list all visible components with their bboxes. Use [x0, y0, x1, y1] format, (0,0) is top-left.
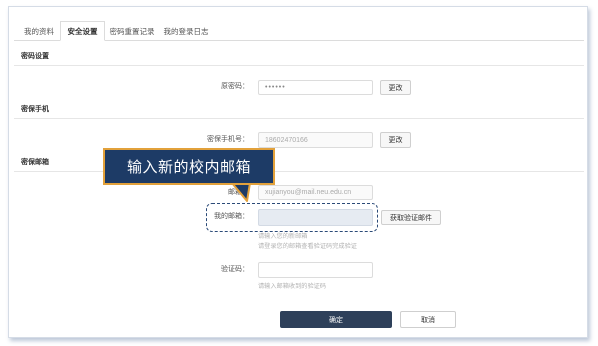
change-password-button[interactable]: 更改 — [380, 80, 411, 95]
change-phone-button[interactable]: 更改 — [380, 132, 411, 148]
phone-label: 密保手机号： — [207, 136, 249, 143]
old-password-label: 原密码： — [221, 83, 249, 90]
verification-code-hint: 请输入邮箱收到的验证码 — [258, 283, 327, 290]
section-divider — [14, 65, 584, 66]
phone-field[interactable]: 18602470166 — [258, 132, 373, 148]
callout-tooltip: 输入新的校内邮箱 — [103, 148, 275, 185]
verification-code-label: 验证码： — [221, 266, 249, 273]
tab-password-reset-log[interactable]: 密码重置记录 — [106, 24, 158, 40]
old-password-field[interactable]: •••••• — [258, 80, 373, 95]
new-email-hint: 请输入您的新邮箱 — [258, 233, 308, 240]
verification-code-input[interactable] — [258, 262, 373, 278]
screen: 我的资料 安全设置 密码重置记录 我的登录日志 密码设置 原密码： ••••••… — [0, 0, 598, 346]
tab-security-settings[interactable]: 安全设置 — [60, 21, 105, 41]
tab-login-log[interactable]: 我的登录日志 — [158, 24, 214, 40]
current-email-field: xujianyou@mail.neu.edu.cn — [258, 185, 373, 200]
section-title-phone: 密保手机 — [21, 106, 49, 113]
verification-instructions-hint: 请登录您的邮箱查看验证码完成验证 — [258, 243, 357, 250]
tab-profile[interactable]: 我的资料 — [18, 24, 60, 40]
send-verification-email-button[interactable]: 获取验证邮件 — [381, 210, 441, 225]
section-divider — [14, 171, 584, 172]
section-title-password: 密码设置 — [21, 53, 49, 60]
confirm-button[interactable]: 确定 — [280, 311, 392, 328]
section-title-email: 密保邮箱 — [21, 159, 49, 166]
highlight-dashed-box — [206, 203, 378, 232]
cancel-button[interactable]: 取消 — [400, 311, 456, 328]
section-divider — [14, 118, 584, 119]
